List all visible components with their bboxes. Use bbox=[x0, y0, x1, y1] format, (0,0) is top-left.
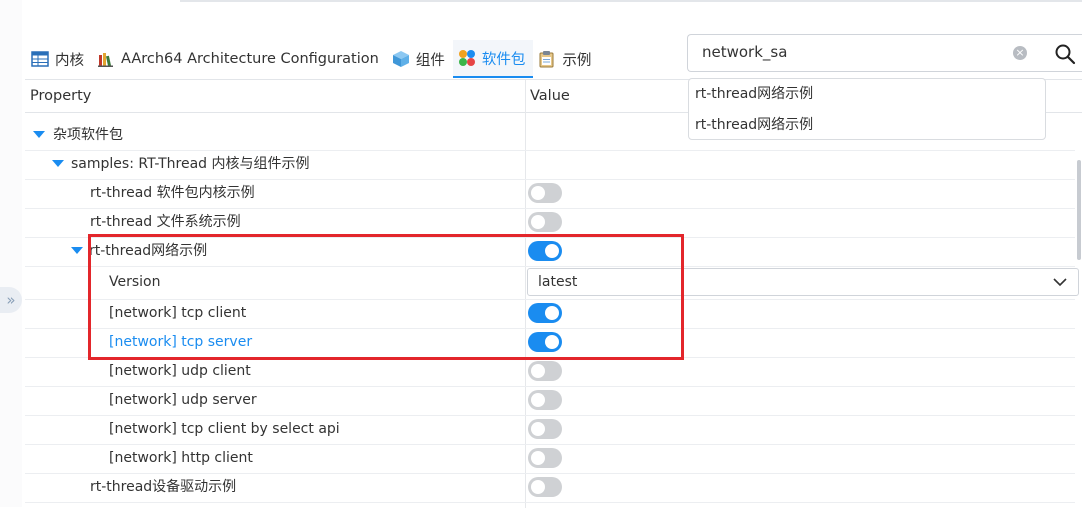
tree-row-version[interactable]: Version latest bbox=[25, 266, 1079, 300]
search-suggestions: rt-thread网络示例 rt-thread网络示例 bbox=[688, 78, 1046, 140]
tab-kernel[interactable]: 内核 bbox=[26, 40, 92, 78]
suggestion-item[interactable]: rt-thread网络示例 bbox=[689, 110, 1045, 141]
property-grid: Property Value 杂项软件包 samples: RT-Thread … bbox=[25, 79, 1082, 508]
row-label: [network] tcp client bbox=[109, 305, 247, 321]
tree-row-udp-server[interactable]: [network] udp server bbox=[25, 386, 1075, 416]
tree-row-tcp-select[interactable]: [network] tcp client by select api bbox=[25, 415, 1075, 445]
left-panel-strip bbox=[0, 0, 22, 507]
version-select[interactable]: latest bbox=[527, 268, 1079, 296]
expand-caret-icon[interactable] bbox=[33, 131, 45, 138]
network-sample-toggle[interactable] bbox=[528, 241, 562, 261]
row-label: [network] udp client bbox=[109, 363, 251, 379]
row-label: [network] tcp client by select api bbox=[109, 421, 340, 437]
row-label: [network] udp server bbox=[109, 392, 257, 408]
suggestion-item[interactable]: rt-thread网络示例 bbox=[689, 79, 1045, 110]
row-label: rt-thread 软件包内核示例 bbox=[90, 185, 255, 201]
row-label: rt-thread网络示例 bbox=[89, 243, 208, 259]
vertical-scrollbar[interactable] bbox=[1077, 160, 1081, 260]
tcp-client-toggle[interactable] bbox=[528, 303, 562, 323]
row-label: samples: RT-Thread 内核与组件示例 bbox=[71, 156, 310, 172]
tab-kernel-label: 内核 bbox=[55, 52, 84, 69]
tab-bar: 内核 AArch64 Architecture Configuration 组件… bbox=[26, 40, 599, 78]
top-divider bbox=[180, 0, 1082, 2]
row-label: rt-thread设备驱动示例 bbox=[90, 479, 237, 495]
version-select-value: latest bbox=[538, 274, 578, 290]
clear-search-icon[interactable]: × bbox=[1013, 46, 1027, 60]
tree-row-network-sample[interactable]: rt-thread网络示例 bbox=[25, 237, 1075, 267]
fs-sample-toggle[interactable] bbox=[528, 212, 562, 232]
search-box: × bbox=[687, 34, 1082, 72]
tree-row-http-client[interactable]: [network] http client bbox=[25, 444, 1075, 474]
driver-sample-toggle[interactable] bbox=[528, 477, 562, 497]
expand-caret-icon[interactable] bbox=[52, 160, 64, 167]
tab-examples-label: 示例 bbox=[562, 52, 592, 69]
expand-caret-icon[interactable] bbox=[71, 247, 83, 254]
row-label: [network] http client bbox=[109, 450, 253, 466]
table-icon bbox=[31, 51, 49, 67]
tab-examples[interactable]: 示例 bbox=[533, 40, 599, 78]
row-label: 杂项软件包 bbox=[53, 127, 123, 143]
tree-row-driver-sample[interactable]: rt-thread设备驱动示例 bbox=[25, 473, 1075, 503]
tab-components[interactable]: 组件 bbox=[387, 40, 453, 78]
udp-server-toggle[interactable] bbox=[528, 390, 562, 410]
chevron-down-icon bbox=[1053, 278, 1067, 287]
tab-components-label: 组件 bbox=[415, 52, 445, 69]
udp-client-toggle[interactable] bbox=[528, 361, 562, 381]
tab-aarch64[interactable]: AArch64 Architecture Configuration bbox=[92, 40, 387, 78]
tab-aarch64-label: AArch64 Architecture Configuration bbox=[121, 51, 379, 67]
tree-row-tcp-server[interactable]: [network] tcp server bbox=[25, 328, 1075, 358]
tree-row-tcp-client[interactable]: [network] tcp client bbox=[25, 299, 1075, 329]
packages-icon bbox=[458, 50, 475, 66]
row-label: rt-thread 文件系统示例 bbox=[90, 214, 241, 230]
cube-icon bbox=[392, 51, 409, 67]
row-label: [network] tcp server bbox=[109, 334, 253, 350]
tree-row-udp-client[interactable]: [network] udp client bbox=[25, 357, 1075, 387]
value-column-header: Value bbox=[530, 88, 570, 104]
http-client-toggle[interactable] bbox=[528, 448, 562, 468]
clipboard-icon bbox=[539, 51, 554, 68]
kernel-sample-toggle[interactable] bbox=[528, 183, 562, 203]
tree-row-samples[interactable]: samples: RT-Thread 内核与组件示例 bbox=[25, 150, 1075, 180]
books-icon bbox=[98, 53, 113, 67]
tab-packages-label: 软件包 bbox=[481, 51, 526, 68]
tree-row-fs-sample[interactable]: rt-thread 文件系统示例 bbox=[25, 208, 1075, 238]
tcp-select-toggle[interactable] bbox=[528, 419, 562, 439]
tcp-server-toggle[interactable] bbox=[528, 332, 562, 352]
tab-packages[interactable]: 软件包 bbox=[452, 40, 534, 78]
search-input[interactable] bbox=[702, 43, 1002, 61]
row-label: Version bbox=[109, 274, 161, 290]
tree-row-kernel-sample[interactable]: rt-thread 软件包内核示例 bbox=[25, 179, 1075, 209]
search-icon[interactable] bbox=[1054, 43, 1076, 65]
property-column-header: Property bbox=[30, 88, 92, 104]
